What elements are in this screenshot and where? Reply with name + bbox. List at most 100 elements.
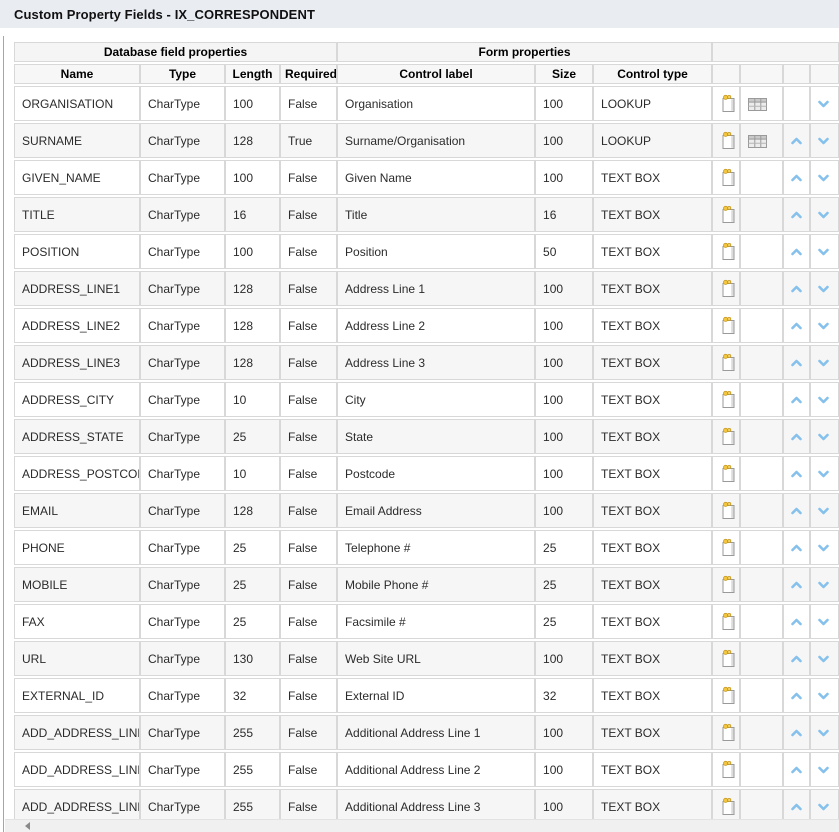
cell-clipboard[interactable] (712, 382, 740, 417)
cell-lookup[interactable] (740, 493, 783, 528)
cell-move-up[interactable] (783, 271, 810, 306)
chevron-down-icon[interactable] (818, 544, 829, 552)
cell-lookup[interactable] (740, 86, 783, 121)
chevron-up-icon[interactable] (791, 655, 802, 663)
cell-move-up[interactable] (783, 752, 810, 787)
clipboard-icon[interactable] (720, 390, 736, 409)
clipboard-icon[interactable] (720, 279, 736, 298)
chevron-up-icon[interactable] (791, 248, 802, 256)
table-grid-icon[interactable] (748, 135, 767, 148)
clipboard-icon[interactable] (720, 353, 736, 372)
cell-move-up[interactable] (783, 382, 810, 417)
cell-move-down[interactable] (810, 197, 839, 232)
chevron-up-icon[interactable] (791, 581, 802, 589)
chevron-down-icon[interactable] (818, 211, 829, 219)
cell-move-up[interactable] (783, 678, 810, 713)
clipboard-icon[interactable] (720, 131, 736, 150)
clipboard-icon[interactable] (720, 797, 736, 816)
cell-move-down[interactable] (810, 752, 839, 787)
cell-clipboard[interactable] (712, 456, 740, 491)
chevron-up-icon[interactable] (791, 766, 802, 774)
cell-move-down[interactable] (810, 160, 839, 195)
chevron-down-icon[interactable] (818, 655, 829, 663)
cell-move-down[interactable] (810, 345, 839, 380)
cell-move-down[interactable] (810, 493, 839, 528)
cell-clipboard[interactable] (712, 567, 740, 602)
chevron-up-icon[interactable] (791, 692, 802, 700)
cell-move-down[interactable] (810, 715, 839, 750)
cell-move-down[interactable] (810, 678, 839, 713)
clipboard-icon[interactable] (720, 94, 736, 113)
chevron-down-icon[interactable] (818, 729, 829, 737)
cell-lookup[interactable] (740, 271, 783, 306)
cell-clipboard[interactable] (712, 419, 740, 454)
cell-lookup[interactable] (740, 715, 783, 750)
chevron-up-icon[interactable] (791, 174, 802, 182)
cell-move-up[interactable] (783, 86, 810, 121)
cell-lookup[interactable] (740, 641, 783, 676)
scroll-left-arrow-icon[interactable] (25, 822, 30, 830)
clipboard-icon[interactable] (720, 464, 736, 483)
clipboard-icon[interactable] (720, 316, 736, 335)
cell-lookup[interactable] (740, 234, 783, 269)
chevron-down-icon[interactable] (818, 248, 829, 256)
cell-lookup[interactable] (740, 530, 783, 565)
cell-clipboard[interactable] (712, 493, 740, 528)
chevron-up-icon[interactable] (791, 322, 802, 330)
chevron-up-icon[interactable] (791, 285, 802, 293)
horizontal-scrollbar[interactable] (5, 819, 839, 832)
cell-move-down[interactable] (810, 456, 839, 491)
cell-move-up[interactable] (783, 234, 810, 269)
cell-clipboard[interactable] (712, 160, 740, 195)
chevron-down-icon[interactable] (818, 766, 829, 774)
cell-move-down[interactable] (810, 382, 839, 417)
cell-move-up[interactable] (783, 160, 810, 195)
cell-move-up[interactable] (783, 123, 810, 158)
clipboard-icon[interactable] (720, 427, 736, 446)
cell-move-down[interactable] (810, 308, 839, 343)
cell-lookup[interactable] (740, 123, 783, 158)
clipboard-icon[interactable] (720, 242, 736, 261)
chevron-down-icon[interactable] (818, 285, 829, 293)
clipboard-icon[interactable] (720, 760, 736, 779)
cell-move-down[interactable] (810, 604, 839, 639)
cell-move-down[interactable] (810, 530, 839, 565)
chevron-up-icon[interactable] (791, 359, 802, 367)
cell-lookup[interactable] (740, 567, 783, 602)
chevron-up-icon[interactable] (791, 470, 802, 478)
cell-lookup[interactable] (740, 752, 783, 787)
table-grid-icon[interactable] (748, 98, 767, 111)
chevron-down-icon[interactable] (818, 396, 829, 404)
chevron-up-icon[interactable] (791, 729, 802, 737)
cell-move-up[interactable] (783, 715, 810, 750)
clipboard-icon[interactable] (720, 649, 736, 668)
clipboard-icon[interactable] (720, 612, 736, 631)
cell-clipboard[interactable] (712, 530, 740, 565)
cell-clipboard[interactable] (712, 197, 740, 232)
cell-clipboard[interactable] (712, 271, 740, 306)
cell-move-up[interactable] (783, 419, 810, 454)
chevron-up-icon[interactable] (791, 544, 802, 552)
chevron-down-icon[interactable] (818, 137, 829, 145)
cell-lookup[interactable] (740, 678, 783, 713)
cell-move-up[interactable] (783, 345, 810, 380)
cell-move-down[interactable] (810, 419, 839, 454)
cell-clipboard[interactable] (712, 123, 740, 158)
chevron-up-icon[interactable] (791, 211, 802, 219)
cell-move-down[interactable] (810, 271, 839, 306)
cell-move-up[interactable] (783, 567, 810, 602)
cell-clipboard[interactable] (712, 752, 740, 787)
cell-lookup[interactable] (740, 382, 783, 417)
cell-move-up[interactable] (783, 456, 810, 491)
chevron-down-icon[interactable] (818, 322, 829, 330)
cell-move-up[interactable] (783, 604, 810, 639)
chevron-up-icon[interactable] (791, 803, 802, 811)
chevron-down-icon[interactable] (818, 174, 829, 182)
cell-move-down[interactable] (810, 234, 839, 269)
cell-lookup[interactable] (740, 604, 783, 639)
cell-lookup[interactable] (740, 345, 783, 380)
clipboard-icon[interactable] (720, 538, 736, 557)
cell-clipboard[interactable] (712, 641, 740, 676)
cell-move-up[interactable] (783, 493, 810, 528)
cell-clipboard[interactable] (712, 604, 740, 639)
